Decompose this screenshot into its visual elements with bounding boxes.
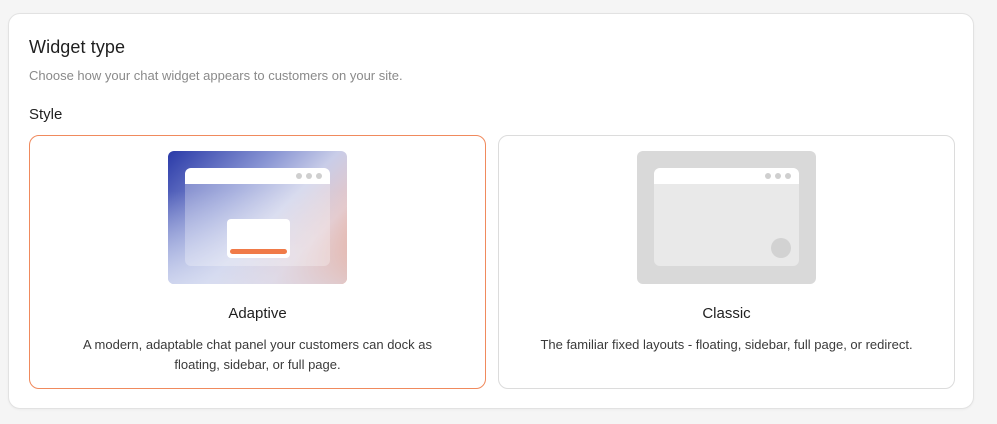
chat-launcher-icon (771, 238, 791, 258)
adaptive-preview-icon (168, 151, 347, 284)
browser-bar (185, 168, 330, 184)
option-description: A modern, adaptable chat panel your cust… (82, 337, 433, 372)
chat-panel-icon (227, 219, 290, 258)
classic-preview-icon (637, 151, 816, 284)
section-title: Widget type (29, 37, 126, 57)
widget-type-panel: Widget type Choose how your chat widget … (8, 13, 974, 409)
browser-window-icon (654, 168, 799, 266)
style-option-classic[interactable]: Classic The familiar fixed layouts - flo… (498, 135, 955, 389)
option-name: Adaptive (228, 305, 287, 322)
style-option-adaptive[interactable]: Adaptive A modern, adaptable chat panel … (29, 135, 486, 389)
window-dots-icon (765, 173, 791, 179)
option-description: The familiar fixed layouts - floating, s… (540, 337, 913, 352)
section-subtitle: Choose how your chat widget appears to c… (29, 68, 403, 83)
window-dots-icon (296, 173, 322, 179)
chat-input-bar-icon (230, 249, 287, 254)
browser-window-icon (185, 168, 330, 266)
browser-bar (654, 168, 799, 184)
option-name: Classic (702, 305, 751, 322)
style-label: Style (29, 106, 63, 123)
